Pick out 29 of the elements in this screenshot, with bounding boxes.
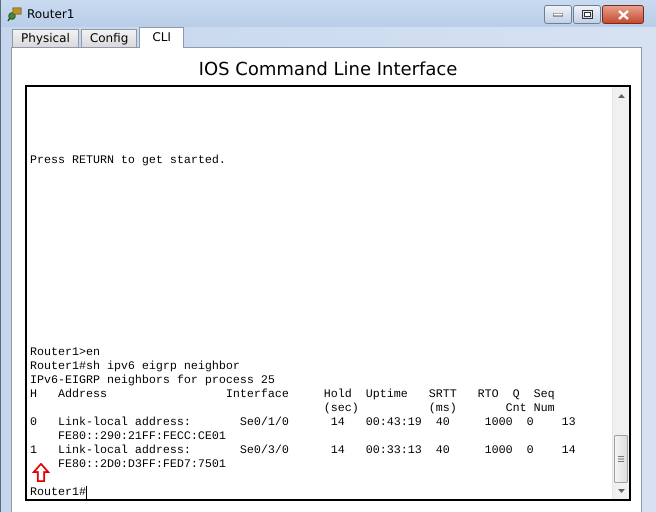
tab[interactable]: Physical <box>12 29 79 47</box>
console-line: FE80::2D0:D3FF:FED7:7501 <box>56 457 226 471</box>
console-line: FE80::290:21FF:FECC:CE01 <box>56 429 226 443</box>
tab[interactable]: CLI <box>139 27 184 48</box>
tab[interactable]: Config <box>80 29 138 47</box>
console-line: Press RETURN to get started. <box>30 153 227 167</box>
panel-heading: IOS Command Line Interface <box>198 59 458 80</box>
console-line: 1 Link-local address: Se0/3/0 14 00:33:13 40 1000 0 14 <box>30 443 576 457</box>
maximize-icon <box>582 10 592 19</box>
console-line: IPv6-EIGRP neighbors for process 25 <box>30 373 275 387</box>
console-line: H Address Interface Hold Uptime SRTT RTO Q Seq <box>30 387 555 401</box>
up-arrow-icon <box>32 463 50 482</box>
console-line: (sec) (ms) Cnt Num <box>322 401 555 415</box>
scroll-down-icon[interactable] <box>618 489 624 493</box>
close-button[interactable] <box>602 5 644 24</box>
console-line: 0 Link-local address: Se0/1/0 14 00:43:19 40 1000 0 13 <box>30 415 576 429</box>
scroll-up-icon[interactable] <box>618 94 624 98</box>
console-line: Router1>en <box>30 345 100 359</box>
command-prompt[interactable]: Router1# <box>30 485 86 499</box>
scroll-thumb[interactable] <box>614 435 628 483</box>
maximize-button[interactable] <box>573 5 601 24</box>
console-line: Router1#sh ipv6 eigrp neighbor <box>30 359 240 373</box>
text-cursor <box>86 486 87 498</box>
close-icon <box>618 10 628 20</box>
router-icon <box>7 6 23 22</box>
scrollbar[interactable] <box>612 87 629 499</box>
minimize-button[interactable] <box>544 5 572 24</box>
window-title: Router1 <box>27 6 76 20</box>
minimize-icon <box>553 12 563 16</box>
